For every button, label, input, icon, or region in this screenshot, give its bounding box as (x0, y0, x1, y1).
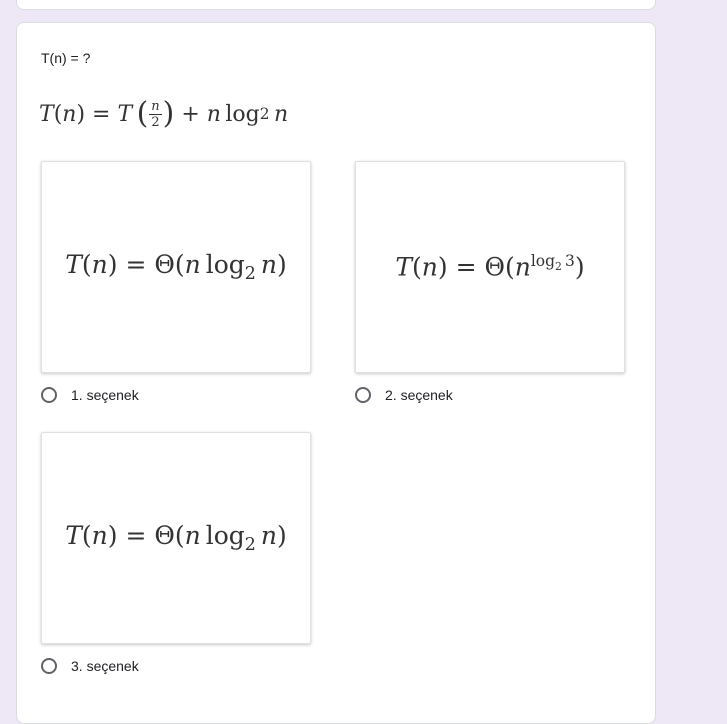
option-2-formula: T(n) = Θ(nlog2 3) (395, 252, 585, 282)
question-card: T(n) = ? T(n) = T (n 2) + n log 2 n T(n) =… (16, 22, 656, 724)
option-1-row[interactable]: 1. seçenek (41, 383, 139, 407)
option-1-image[interactable]: T(n) = Θ(n log2 n) (41, 161, 311, 373)
option-1-radio[interactable] (41, 387, 57, 403)
option-3-image[interactable]: T(n) = Θ(n log2 n) (41, 432, 311, 644)
option-3-formula: T(n) = Θ(n log2 n) (65, 521, 287, 555)
option-3-radio[interactable] (41, 658, 57, 674)
option-3-label: 3. seçenek (71, 658, 139, 674)
question-formula-image: T(n) = T (n 2) + n log 2 n (39, 96, 289, 131)
option-2-image[interactable]: T(n) = Θ(nlog2 3) (355, 161, 625, 373)
question-title: T(n) = ? (41, 50, 91, 66)
option-3-row[interactable]: 3. seçenek (41, 654, 139, 678)
option-2-row[interactable]: 2. seçenek (355, 383, 453, 407)
option-1-formula: T(n) = Θ(n log2 n) (65, 250, 287, 284)
option-2-radio[interactable] (355, 387, 371, 403)
option-2-label: 2. seçenek (385, 387, 453, 403)
option-1-label: 1. seçenek (71, 387, 139, 403)
previous-question-card (16, 0, 656, 10)
